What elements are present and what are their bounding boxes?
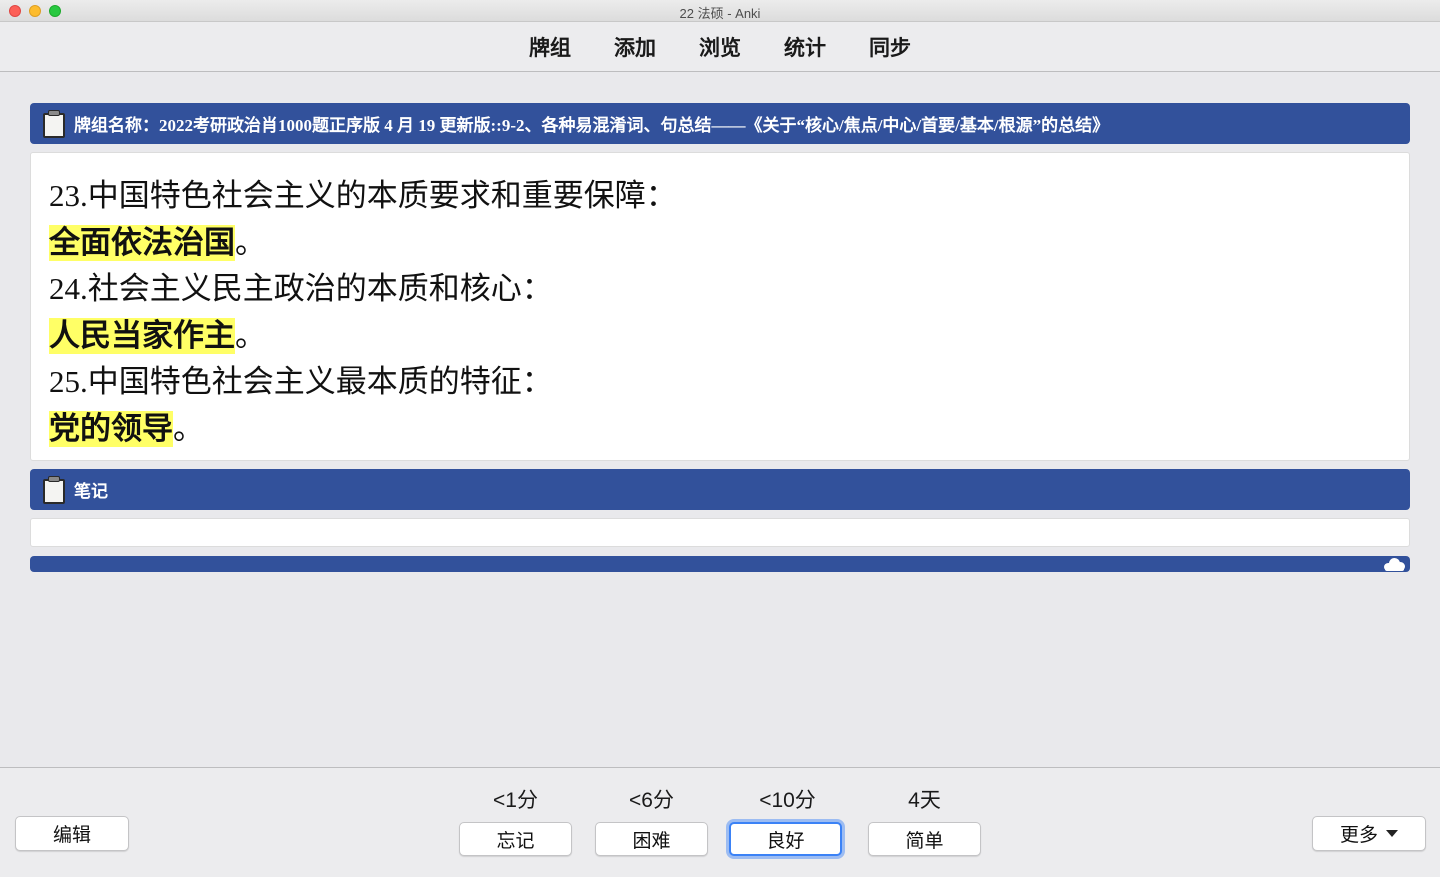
toolbar-browse-link[interactable]: 浏览 [699, 32, 741, 62]
question-line: 25.中国特色社会主义最本质的特征： [49, 364, 553, 399]
answer-line: 全面依法治国。 [49, 220, 1391, 267]
toolbar-decks-link[interactable]: 牌组 [529, 32, 571, 62]
toolbar-links: 牌组 添加 浏览 统计 同步 [0, 22, 1440, 72]
easy-button[interactable]: 简单 [868, 822, 981, 856]
edit-button[interactable]: 编辑 [15, 816, 129, 851]
answer-highlight: 党的领导 [49, 410, 173, 447]
good-button[interactable]: 良好 [729, 822, 842, 856]
answer-suffix: 。 [173, 410, 204, 446]
clipboard-icon [43, 109, 65, 138]
answer-highlight: 人民当家作主 [49, 317, 235, 354]
deck-header-text: 牌组名称：2022考研政治肖1000题正序版 4 月 19 更新版::9-2、各… [74, 116, 1110, 135]
chevron-down-icon [1386, 830, 1398, 837]
progress-bar [30, 556, 1410, 572]
ease-interval-easy: 4天 [908, 789, 941, 812]
cloud-icon [1382, 557, 1406, 571]
more-button-label: 更多 [1339, 825, 1378, 846]
deck-header-banner: 牌组名称：2022考研政治肖1000题正序版 4 月 19 更新版::9-2、各… [30, 103, 1410, 144]
ease-interval-hard: <6分 [629, 789, 674, 812]
card-content: 23.中国特色社会主义的本质要求和重要保障： 全面依法治国。 24.社会主义民主… [30, 152, 1410, 461]
main-toolbar: 牌组 添加 浏览 统计 同步 [0, 22, 1440, 72]
answer-suffix: 。 [235, 224, 266, 260]
toolbar-stats-link[interactable]: 统计 [784, 32, 826, 62]
toolbar-sync-link[interactable]: 同步 [869, 32, 911, 62]
bottom-bar: 编辑 <1分 <6分 <10分 4天 忘记 困难 良好 简单 更多 [0, 767, 1440, 877]
question-line: 24.社会主义民主政治的本质和核心： [49, 271, 553, 306]
clipboard-icon [43, 475, 65, 504]
window-title: 22 法硕 - Anki [679, 6, 761, 21]
title-bar: 22 法硕 - Anki [0, 0, 1440, 22]
answer-line: 党的领导。 [49, 406, 1391, 453]
progress-fill [30, 556, 1410, 572]
answer-line: 人民当家作主。 [49, 313, 1391, 360]
ease-interval-good: <10分 [759, 789, 816, 812]
toolbar-add-link[interactable]: 添加 [614, 32, 656, 62]
notes-header-text: 笔记 [74, 482, 108, 501]
question-line: 23.中国特色社会主义的本质要求和重要保障： [49, 178, 677, 213]
notes-box [30, 518, 1410, 547]
notes-header-banner: 笔记 [30, 469, 1410, 510]
again-button[interactable]: 忘记 [459, 822, 572, 856]
answer-highlight: 全面依法治国 [49, 224, 235, 261]
more-button[interactable]: 更多 [1312, 816, 1426, 851]
hard-button[interactable]: 困难 [595, 822, 708, 856]
ease-interval-again: <1分 [493, 789, 538, 812]
answer-suffix: 。 [235, 317, 266, 353]
